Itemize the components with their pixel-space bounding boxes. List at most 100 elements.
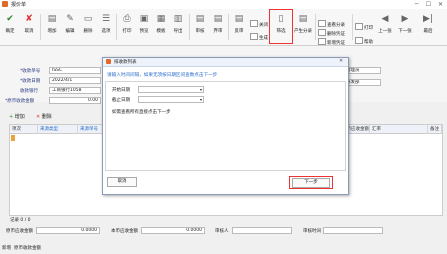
approve-icon: ▤ <box>195 14 205 24</box>
unapprove-button[interactable]: ▤ 弃审 <box>209 12 227 42</box>
new-voucher-icon <box>318 38 326 45</box>
view-entry-icon <box>318 20 326 27</box>
auditor-label: 审核人 <box>215 229 229 234</box>
orig-amount-field[interactable]: 0.0000 <box>36 227 100 234</box>
record-counter: 记录 0 / 0 <box>10 218 31 223</box>
grid-header-source-type: 来源类型 <box>38 125 78 134</box>
end-date-dropdown-icon[interactable]: ▾ <box>200 97 202 102</box>
row-indicator <box>11 135 15 141</box>
generate-entry-button[interactable]: ▤ 产生分录 <box>293 12 313 42</box>
next-highlight-box <box>289 176 333 189</box>
delete-button[interactable]: ▭ 删除 <box>79 12 97 42</box>
end-date-label: 截止日期 <box>112 98 130 103</box>
grid-header-rate: 汇率 <box>370 125 428 134</box>
prev-button[interactable]: ◀ 上一张 <box>376 12 394 42</box>
close-button[interactable]: ✕ <box>435 0 446 9</box>
template-button[interactable]: ▦ 模板 <box>152 12 170 42</box>
dialog-hint: 如需查看所有直接点击下一步 <box>112 110 171 115</box>
doc-no-field[interactable]: ISSC <box>49 67 101 74</box>
minimize-button[interactable]: ─ <box>411 0 422 9</box>
template-icon: ▦ <box>156 14 166 24</box>
auditor-field[interactable] <box>232 227 292 234</box>
amount-field[interactable]: 0.00 <box>49 97 101 104</box>
print-small-icon <box>355 23 363 30</box>
plus-icon: + <box>9 114 14 120</box>
dialog-cancel-button[interactable]: 取消 <box>107 177 137 187</box>
receipt-list-dialog: 排收款列表 ✕ 请输入时间间隔，如果无须按日期区间查数点击下一步 开始日期 ▾ … <box>102 57 349 195</box>
confirm-button[interactable]: ✔ 确定 <box>1 12 19 42</box>
reverse-button[interactable]: ▤ 反审 <box>230 12 248 42</box>
local-amount-label: 本币应收金额 <box>111 229 138 234</box>
date-label: *收款日期 <box>20 79 41 84</box>
window-title: 报价单 <box>11 2 27 8</box>
help-icon <box>355 37 363 44</box>
new-voucher-button[interactable]: 新增凭证 <box>318 38 345 46</box>
delete-voucher-button[interactable]: 删除凭证 <box>318 29 345 37</box>
delete-icon: ▭ <box>83 14 93 24</box>
generate-icon <box>250 33 258 40</box>
local-amount-field[interactable]: 0.0000 <box>141 227 205 234</box>
maximize-button[interactable]: ☐ <box>423 0 434 9</box>
dialog-instruction: 请输入时间间隔，如果无须按日期区间查数点击下一步 <box>107 73 218 78</box>
last-button[interactable]: ▶| 最后 <box>419 12 437 42</box>
dialog-title: 排收款列表 <box>114 60 137 65</box>
summary-bar: 记录 0 / 0 原币应收金额 0.0000 本币应收金额 0.0000 审核人… <box>0 218 447 254</box>
next-arrow-icon: ▶ <box>401 14 409 24</box>
end-date-input[interactable]: ▾ <box>138 96 204 103</box>
orig-amount-label: 原币应收金额 <box>6 229 33 234</box>
date-field[interactable]: 2022/4/1 <box>49 77 101 84</box>
cross-icon: ✘ <box>25 14 33 24</box>
prev-arrow-icon: ◀ <box>381 14 389 24</box>
dialog-title-bar: 排收款列表 ✕ <box>103 58 348 67</box>
print-small-button[interactable]: 打印 <box>355 23 373 31</box>
reverse-icon: ▤ <box>234 14 244 24</box>
amount-label: *原币收款金额 <box>5 99 35 104</box>
cancel-button[interactable]: ✘ 取消 <box>20 12 38 42</box>
printer-icon: ⎙ <box>123 14 131 24</box>
delete-voucher-icon <box>318 29 326 36</box>
audit-time-label: 审核时间 <box>303 229 321 234</box>
grid-header-index: 项次 <box>10 125 38 134</box>
options-button[interactable]: ☰ 选项 <box>97 12 115 42</box>
doc-no-label: *收款单号 <box>20 69 41 74</box>
edit-icon: ✎ <box>66 14 74 24</box>
next-record-button[interactable]: ▶ 下一张 <box>396 12 414 42</box>
generate-button[interactable]: 生成 <box>250 33 268 41</box>
status-mode: 新增 <box>2 246 11 251</box>
help-button[interactable]: 帮助 <box>355 37 373 45</box>
view-entry-button[interactable]: 查看分录 <box>318 20 345 28</box>
last-arrow-icon: ▶| <box>423 14 433 24</box>
status-field: 原币收款金额 <box>14 246 41 251</box>
close-doc-icon <box>250 20 258 27</box>
edit-button[interactable]: ✎ 编辑 <box>61 12 79 42</box>
start-date-label: 开始日期 <box>112 88 130 93</box>
print-button[interactable]: ⎙ 打印 <box>118 12 136 42</box>
grid-header-remark: 备注 <box>428 125 442 134</box>
dialog-close-icon[interactable]: ✕ <box>339 58 343 64</box>
audit-time-field[interactable] <box>323 227 383 234</box>
unapprove-icon: ▤ <box>213 14 223 24</box>
add-doc-icon: ▤ <box>47 14 57 24</box>
dialog-content-panel: 开始日期 ▾ 截止日期 ▾ 如需查看所有直接点击下一步 <box>105 81 346 171</box>
x-icon: ✕ <box>36 114 41 120</box>
dialog-icon <box>106 59 111 64</box>
preview-button[interactable]: ▣ 预览 <box>135 12 153 42</box>
close-doc-button[interactable]: 关闭 <box>250 20 268 28</box>
add-row-button[interactable]: + 增加 <box>9 113 25 120</box>
check-icon: ✔ <box>6 14 14 24</box>
export-icon: ▥ <box>173 14 183 24</box>
delete-row-button[interactable]: ✕ 删除 <box>36 113 52 120</box>
export-button[interactable]: ▥ 导出 <box>169 12 187 42</box>
toolbar: ✔ 确定 ✘ 取消 ▤ 增加 ✎ 编辑 ▭ 删除 ☰ 选项 ⎙ 打印 ▣ 预览 ▦ 模板 ▥ 导出 … <box>0 9 447 46</box>
approve-button[interactable]: ▤ 审核 <box>191 12 209 42</box>
filter-highlight-box <box>269 9 293 44</box>
app-icon <box>2 1 8 7</box>
start-date-input[interactable]: ▾ <box>138 86 204 93</box>
bank-label: 收款银行 <box>20 89 38 94</box>
start-date-dropdown-icon[interactable]: ▾ <box>200 87 202 92</box>
add-button[interactable]: ▤ 增加 <box>43 12 61 42</box>
preview-icon: ▣ <box>139 14 149 24</box>
entry-icon: ▤ <box>298 14 308 24</box>
bank-field[interactable]: 工商银行1058 <box>49 87 101 94</box>
options-icon: ☰ <box>101 14 111 24</box>
